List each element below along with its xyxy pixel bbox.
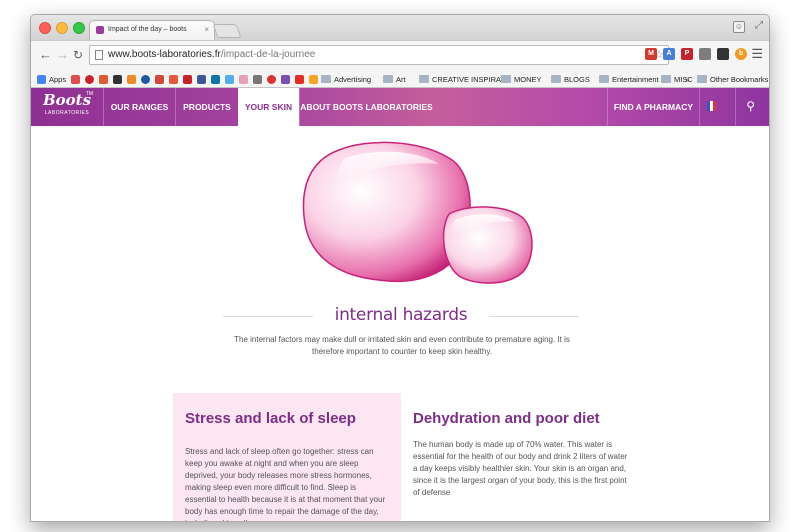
bolt-bookmark-icon[interactable]: [113, 75, 122, 84]
gear-bookmark-icon[interactable]: [99, 75, 108, 84]
nav-your-skin[interactable]: YOUR SKIN: [238, 88, 299, 126]
folder-icon: [419, 75, 429, 83]
tab-title: Impact of the day – boots: [108, 26, 187, 33]
tab-strip: Impact of the day – boots × ☺ ⤢: [31, 15, 769, 41]
logo-subtitle: LABORATORIES: [44, 110, 90, 116]
bookmark-folder-entertainment[interactable]: Entertainment: [599, 74, 659, 85]
forward-arrow-icon[interactable]: →: [56, 47, 69, 62]
search-icon[interactable]: ⚲: [746, 99, 755, 113]
bookmark-folder-blogs[interactable]: BLOGS: [551, 74, 590, 85]
intro-text: The internal factors may make dull or ir…: [234, 335, 570, 356]
translate-extension-icon[interactable]: A: [663, 48, 675, 60]
bookmark-label: Entertainment: [612, 75, 659, 84]
blog-bookmark-icon[interactable]: [239, 75, 248, 84]
facebook-bookmark-icon[interactable]: [197, 75, 206, 84]
pinterest-bookmark-icon[interactable]: [85, 75, 94, 84]
stress-card: Stress and lack of sleep Stress and lack…: [173, 393, 401, 521]
folder-icon: [599, 75, 609, 83]
page-icon: [95, 50, 103, 60]
download-bookmark-icon[interactable]: [253, 75, 262, 84]
dehydration-card-title: Dehydration and poor diet: [413, 410, 600, 427]
skin-bubbles-illustration: [302, 141, 533, 284]
bookmark-label: BLOGS: [564, 75, 590, 84]
section-title-row: internal hazards: [223, 305, 579, 325]
url-host: www.boots-laboratories.fr: [108, 49, 221, 60]
site-navigation: Boots LABORATORIES TM OUR RANGES PRODUCT…: [31, 88, 769, 126]
bookmark-label: MONEY: [514, 75, 542, 84]
close-window-button[interactable]: [39, 22, 51, 34]
notes-bookmark-icon[interactable]: [309, 75, 318, 84]
menu-icon[interactable]: ☰: [751, 46, 763, 62]
stress-card-title: Stress and lack of sleep: [185, 410, 356, 427]
apple-bookmark-icon[interactable]: [267, 75, 276, 84]
nav-divider: [735, 88, 736, 126]
honey-extension-icon[interactable]: b: [735, 48, 747, 60]
bookmark-label: Other Bookmarks: [710, 75, 769, 84]
bookmark-folder-art[interactable]: Art: [383, 74, 406, 85]
folder-icon: [661, 75, 671, 83]
pocket-bookmark-icon[interactable]: [71, 75, 80, 84]
etsy-bookmark-icon[interactable]: [127, 75, 136, 84]
browser-tab[interactable]: Impact of the day – boots ×: [89, 20, 215, 41]
apps-grid-icon: [37, 75, 46, 84]
fullscreen-icon[interactable]: ⤢: [755, 20, 763, 31]
nav-our-ranges[interactable]: OUR RANGES: [103, 88, 175, 126]
bookmark-label: Art: [396, 75, 406, 84]
twitter-bookmark-icon[interactable]: [225, 75, 234, 84]
user-profile-icon[interactable]: ☺: [733, 21, 745, 33]
bookmark-label: Advertising: [334, 75, 372, 84]
pinterest-extension-icon[interactable]: P: [681, 48, 693, 60]
back-arrow-icon[interactable]: ←: [39, 47, 52, 62]
folder-icon: [697, 75, 707, 83]
stress-card-body: Stress and lack of sleep often go togeth…: [185, 447, 386, 521]
bookmark-folder-advertising[interactable]: Advertising: [321, 74, 371, 85]
nav-divider: [699, 88, 700, 126]
bookmark-label: CREATIVE INSPIRATI: [432, 75, 508, 84]
tube-bookmark-icon[interactable]: [141, 75, 150, 84]
url-path: /impact-de-la-journee: [220, 49, 316, 60]
title-divider-right: [489, 316, 579, 317]
address-bar[interactable]: www.boots-laboratories.fr/impact-de-la-j…: [89, 45, 669, 65]
pocket-extension-icon[interactable]: [717, 48, 729, 60]
app-bookmark-icon[interactable]: [281, 75, 290, 84]
lock-extension-icon[interactable]: [699, 48, 711, 60]
minimize-window-button[interactable]: [56, 22, 68, 34]
logo-trademark: TM: [85, 91, 93, 97]
bookmark-folder-money[interactable]: MONEY: [501, 74, 542, 85]
youtube-bookmark-icon[interactable]: [295, 75, 304, 84]
mail-bookmark-icon[interactable]: [169, 75, 178, 84]
bookmark-label: MISC: [674, 75, 693, 84]
section-title: internal hazards: [334, 305, 468, 325]
zoom-window-button[interactable]: [73, 22, 85, 34]
folder-icon: [383, 75, 393, 83]
browser-toolbar: ← → ↻ www.boots-laboratories.fr/impact-d…: [31, 40, 769, 71]
folder-icon: [551, 75, 561, 83]
gmail-bookmark-icon[interactable]: [155, 75, 164, 84]
site-favicon-icon: [96, 26, 104, 34]
folder-icon: [321, 75, 331, 83]
french-flag-icon[interactable]: [707, 101, 716, 111]
reload-icon[interactable]: ↻: [73, 48, 83, 62]
linkedin-bookmark-icon[interactable]: [211, 75, 220, 84]
nav-products[interactable]: PRODUCTS: [175, 88, 238, 126]
bookmarks-bar: Apps Advertising Art CREATIVE INSPIRATI …: [31, 71, 769, 88]
browser-window: Impact of the day – boots × ☺ ⤢ ← → ↻ ww…: [30, 14, 770, 522]
bookmarks-overflow-chevron[interactable]: »: [685, 74, 689, 85]
nav-about[interactable]: ABOUT BOOTS LABORATORIES: [299, 88, 433, 126]
dehydration-card: Dehydration and poor diet The human body…: [411, 393, 631, 521]
pinterest-square-bookmark-icon[interactable]: [183, 75, 192, 84]
page-content: internal hazards The internal factors ma…: [31, 126, 769, 521]
tab-close-icon[interactable]: ×: [204, 21, 209, 39]
bookmark-folder-creative[interactable]: CREATIVE INSPIRATI: [419, 74, 507, 85]
new-tab-button[interactable]: [212, 24, 242, 38]
bookmark-other[interactable]: Other Bookmarks: [697, 74, 768, 85]
folder-icon: [501, 75, 511, 83]
bookmark-apps[interactable]: Apps: [49, 74, 66, 85]
boots-logo[interactable]: Boots LABORATORIES TM: [35, 91, 99, 123]
find-pharmacy-link[interactable]: FIND A PHARMACY: [607, 88, 699, 126]
dehydration-card-body: The human body is made up of 70% water. …: [413, 440, 628, 497]
gmail-extension-icon[interactable]: M: [645, 48, 657, 60]
